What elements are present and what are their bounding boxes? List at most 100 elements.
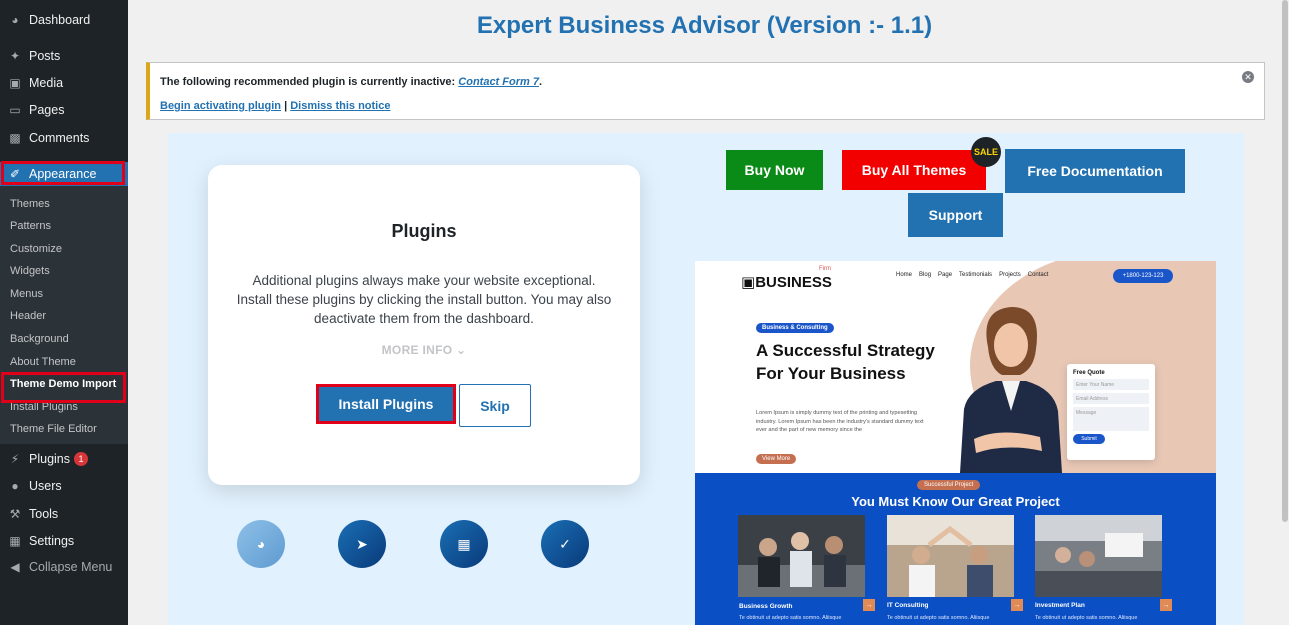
preview-logo-tag: Firm [819, 266, 831, 272]
plugins-count-badge: 1 [74, 452, 88, 466]
comment-icon: ▩ [9, 131, 21, 145]
submenu-theme-file-editor[interactable]: Theme File Editor [10, 421, 97, 437]
contact-form-link[interactable]: Contact Form 7 [458, 76, 539, 88]
sidebar-item-comments[interactable]: ▩ Comments [0, 126, 128, 150]
install-plugins-button[interactable]: Install Plugins [316, 384, 456, 424]
support-button[interactable]: Support [908, 193, 1003, 237]
preview-nav-item: Testimonials [959, 272, 993, 278]
scrollbar-thumb[interactable] [1282, 0, 1288, 522]
dashboard-icon: ◕ [11, 13, 19, 27]
preview-project-desc: Te obtinuit ut adepto satis somno. Aliis… [887, 615, 990, 621]
close-icon[interactable]: ✕ [1242, 71, 1254, 83]
preview-nav-item: Page [938, 272, 953, 278]
settings-icon: ▦ [9, 534, 21, 548]
preview-logo-text: BUSINESS [755, 274, 832, 291]
brush-icon: ✐ [9, 167, 21, 181]
user-icon: ● [11, 479, 19, 493]
sidebar-item-media[interactable]: ▣ Media [0, 71, 128, 95]
sidebar-item-users[interactable]: ● Users [0, 474, 128, 498]
sidebar-item-plugins[interactable]: ⚡ Plugins 1 [0, 447, 128, 471]
preview-headline: A Successful Strategy For Your Business [756, 341, 935, 383]
submenu-patterns[interactable]: Patterns [10, 218, 51, 234]
preview-nav-item: Projects [999, 272, 1021, 278]
preview-form-email: Email Address [1073, 393, 1149, 404]
preview-projects: Successful Project You Must Know Our Gre… [695, 473, 1216, 625]
preview-tag: Business & Consulting [756, 323, 834, 333]
preview-phone: +1800-123-123 [1113, 269, 1173, 283]
sidebar-item-dashboard[interactable]: ◕ Dashboard [0, 8, 128, 32]
notice-message: The following recommended plugin is curr… [160, 76, 1264, 88]
sidebar-item-label: Pages [29, 103, 65, 117]
begin-activating-link[interactable]: Begin activating plugin [160, 100, 281, 112]
submenu-widgets[interactable]: Widgets [10, 263, 50, 279]
preview-quote-form: Free Quote Enter Your Name Email Address… [1067, 364, 1155, 460]
arrow-right-icon: → [1160, 599, 1172, 611]
submenu-header[interactable]: Header [10, 308, 46, 324]
dismiss-notice-link[interactable]: Dismiss this notice [290, 100, 390, 112]
preview-form-name: Enter Your Name [1073, 379, 1149, 390]
theme-preview-image: ▣BUSINESS Firm Home Blog Page Testimonia… [695, 261, 1216, 625]
notice-text: The following recommended plugin is curr… [160, 76, 459, 88]
step-dashboard-icon[interactable]: ◕ [237, 520, 285, 568]
notice-suffix: . [538, 76, 543, 88]
sidebar-item-label: Collapse Menu [29, 560, 113, 574]
sidebar-collapse-menu[interactable]: ◀ Collapse Menu [0, 555, 128, 579]
preview-hero: ▣BUSINESS Firm Home Blog Page Testimonia… [695, 261, 1216, 481]
sale-badge: SALE [971, 137, 1001, 167]
sidebar-item-posts[interactable]: ✦ Posts [0, 44, 128, 68]
wrench-icon: ⚒ [9, 507, 21, 521]
submenu-customize[interactable]: Customize [10, 241, 62, 257]
sidebar-item-label: Posts [29, 49, 61, 63]
more-info-label: MORE INFO [381, 343, 453, 357]
buy-all-themes-button[interactable]: Buy All Themes [842, 150, 986, 190]
preview-view-more: View More [756, 454, 797, 464]
arrow-right-icon: → [863, 599, 875, 611]
preview-nav-item: Home [896, 272, 913, 278]
admin-sidebar: ◕ Dashboard ✦ Posts ▣ Media ▭ Pages ▩ Co… [0, 0, 128, 625]
preview-projects-tag: Successful Project [917, 480, 981, 490]
preview-form-submit: Submit [1073, 434, 1105, 444]
preview-nav-item: Contact [1027, 272, 1049, 278]
sidebar-item-tools[interactable]: ⚒ Tools [0, 502, 128, 526]
free-documentation-button[interactable]: Free Documentation [1005, 149, 1185, 193]
arrow-right-icon: → [1011, 599, 1023, 611]
step-plugin-icon[interactable]: ➤ [338, 520, 386, 568]
skip-button[interactable]: Skip [459, 384, 531, 427]
submenu-install-plugins[interactable]: Install Plugins [10, 399, 78, 415]
more-info-toggle[interactable]: MORE INFO ⌄ [208, 343, 640, 357]
sidebar-item-label: Users [29, 479, 62, 493]
sidebar-item-appearance[interactable]: ✐ Appearance [0, 162, 128, 186]
submenu-about-theme[interactable]: About Theme [10, 354, 76, 370]
pin-icon: ✦ [9, 49, 21, 63]
submenu-themes[interactable]: Themes [10, 196, 50, 212]
step-checkmark-icon[interactable]: ✓ [541, 520, 589, 568]
step-layout-icon[interactable]: ▦ [440, 520, 488, 568]
preview-project-name: Business Growth [739, 603, 793, 610]
page-scrollbar[interactable] [1281, 0, 1289, 625]
submenu-menus[interactable]: Menus [10, 286, 43, 302]
preview-project-image [738, 515, 865, 597]
preview-body: Lorem Ipsum is simply dummy text of the … [756, 410, 924, 433]
preview-person-image [960, 307, 1062, 473]
sidebar-item-settings[interactable]: ▦ Settings [0, 529, 128, 553]
submenu-background[interactable]: Background [10, 331, 69, 347]
sidebar-item-label: Appearance [29, 167, 97, 181]
preview-project-image [887, 515, 1014, 597]
sidebar-item-pages[interactable]: ▭ Pages [0, 98, 128, 122]
plugin-icon: ⚡ [10, 452, 20, 466]
preview-form-title: Free Quote [1073, 370, 1105, 376]
preview-nav-item: Blog [919, 272, 932, 278]
sidebar-item-label: Media [29, 76, 64, 90]
plugin-notice: The following recommended plugin is curr… [146, 62, 1265, 120]
sidebar-item-label: Plugins [29, 452, 70, 466]
card-title: Plugins [391, 221, 457, 241]
preview-project-image [1035, 515, 1162, 597]
appearance-submenu: Themes Patterns Customize Widgets Menus … [0, 186, 128, 444]
buy-now-button[interactable]: Buy Now [726, 150, 823, 190]
sidebar-item-label: Settings [29, 534, 75, 548]
submenu-theme-demo-import[interactable]: Theme Demo Import [10, 376, 116, 392]
pages-icon: ▭ [9, 103, 21, 117]
chevron-down-icon: ⌄ [455, 343, 467, 357]
notice-separator: | [281, 100, 291, 112]
preview-project-desc: Te obtinuit ut adepto satis somno. Aliis… [739, 615, 842, 621]
